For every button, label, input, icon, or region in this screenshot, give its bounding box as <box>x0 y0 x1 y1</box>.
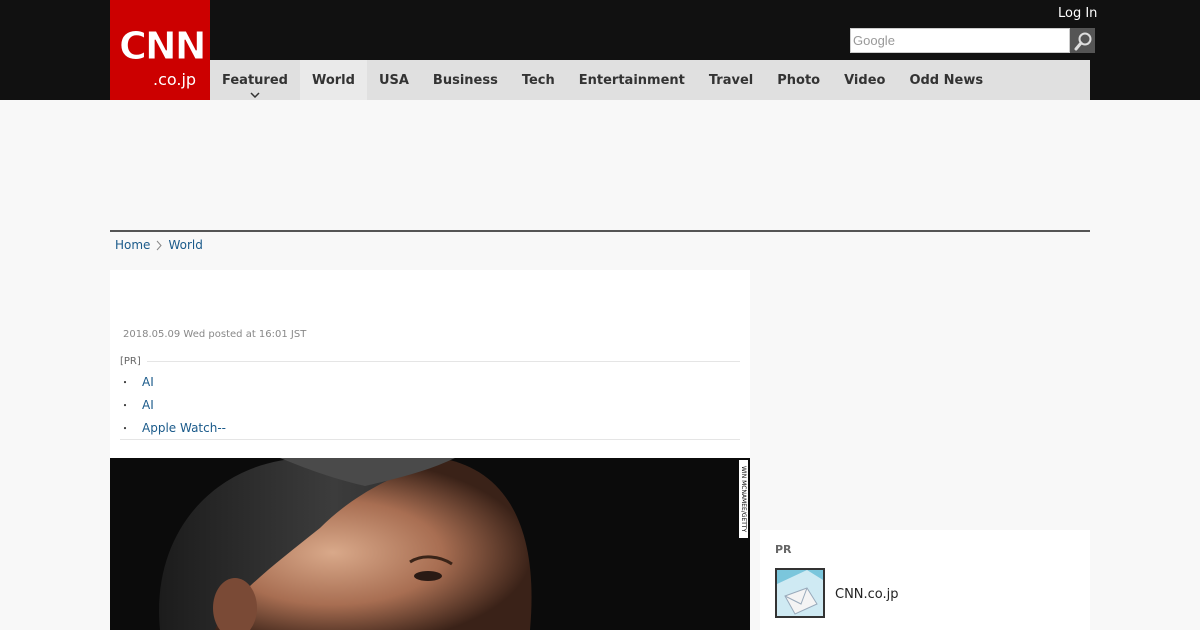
nav-item-label: Odd News <box>909 72 984 88</box>
nav-item-entertainment[interactable]: Entertainment <box>567 60 697 100</box>
pr-link[interactable]: Apple Watch-- <box>142 421 226 435</box>
list-item: ・ AI <box>120 370 740 393</box>
chevron-right-icon <box>157 240 163 250</box>
nav-item-label: Photo <box>777 72 821 88</box>
chevron-down-icon <box>250 92 260 98</box>
nav-item-label: Featured <box>222 72 288 88</box>
breadcrumb-world[interactable]: World <box>168 238 202 252</box>
list-item: ・ AI <box>120 393 740 416</box>
list-item: ・ Apple Watch-- <box>120 416 740 439</box>
article-dateline: 2018.05.09 Wed posted at 16:01 JST <box>123 329 307 340</box>
nav-item-odd-news[interactable]: Odd News <box>897 60 995 100</box>
breadcrumb: Home World <box>115 238 203 252</box>
nav-item-world[interactable]: World <box>299 60 367 100</box>
nav-item-featured[interactable]: Featured <box>210 60 300 100</box>
search-input[interactable]: Google <box>850 28 1070 53</box>
search-button[interactable] <box>1070 28 1095 53</box>
search-icon <box>1074 32 1091 50</box>
pr-link[interactable]: AI <box>142 398 154 412</box>
main-nav: Featured World USA Business Tech Enterta… <box>210 60 1090 100</box>
nav-item-photo[interactable]: Photo <box>765 60 832 100</box>
nav-item-label: Travel <box>708 72 754 88</box>
article-header: 2018.05.09 Wed posted at 16:01 JST [PR] … <box>110 270 750 458</box>
ad-banner-space <box>110 100 1090 230</box>
nav-item-usa[interactable]: USA <box>367 60 421 100</box>
nav-item-business[interactable]: Business <box>421 60 510 100</box>
mail-icon <box>777 570 823 616</box>
pr-item-title[interactable]: CNN.co.jp <box>835 587 899 602</box>
nav-item-video[interactable]: Video <box>832 60 897 100</box>
nav-item-label: Business <box>432 72 498 88</box>
nav-item-travel[interactable]: Travel <box>697 60 765 100</box>
logo-suffix: .co.jp <box>153 70 197 89</box>
bullet-icon: ・ <box>120 378 130 389</box>
nav-item-label: Tech <box>521 72 555 88</box>
photo-credit: WIN MCNAMEE/GETTY <box>739 460 748 538</box>
bullet-icon: ・ <box>120 424 130 435</box>
cnn-logo[interactable]: CNN .co.jp <box>110 0 210 100</box>
divider <box>146 361 740 362</box>
sidebar-pr-label: PR <box>775 543 792 556</box>
pr-thumbnail[interactable] <box>775 568 825 618</box>
pr-links-block: [PR] ・ AI ・ AI ・ Apple Watch-- <box>120 356 740 440</box>
article-photo: WIN MCNAMEE/GETTY <box>110 458 750 630</box>
pr-link-list: ・ AI ・ AI ・ Apple Watch-- <box>120 370 740 439</box>
breadcrumb-home[interactable]: Home <box>115 238 150 252</box>
portrait-image <box>110 458 750 630</box>
nav-item-label: Entertainment <box>578 72 685 88</box>
pr-label: [PR] <box>120 356 141 367</box>
divider <box>120 439 740 440</box>
nav-item-label: Video <box>844 72 886 88</box>
pr-header: [PR] <box>120 356 740 367</box>
nav-item-label: World <box>311 72 355 88</box>
section-divider <box>110 230 1090 232</box>
login-link[interactable]: Log In <box>1058 6 1097 21</box>
sidebar-pr-box: PR CNN.co.jp <box>760 530 1090 630</box>
nav-item-tech[interactable]: Tech <box>510 60 567 100</box>
pr-link[interactable]: AI <box>142 375 154 389</box>
nav-item-label: USA <box>378 72 409 88</box>
bullet-icon: ・ <box>120 401 130 412</box>
logo-wordmark: CNN <box>119 24 207 68</box>
